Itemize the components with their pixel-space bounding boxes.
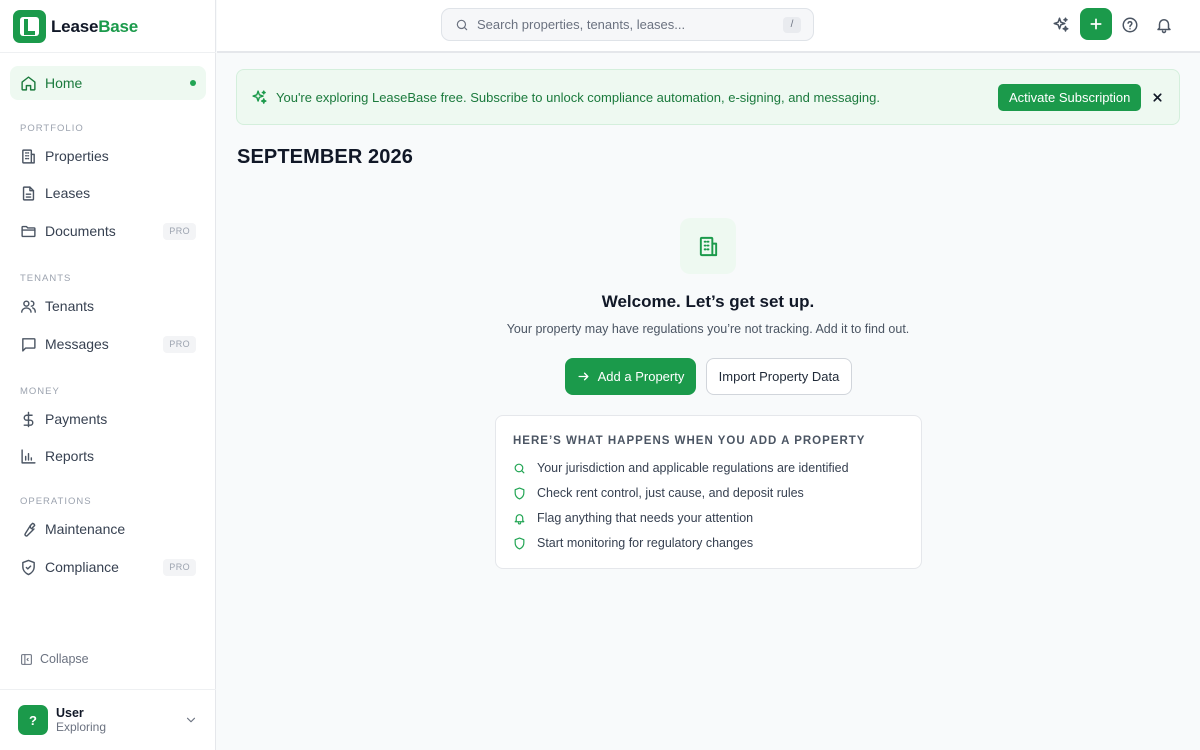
home-icon (21, 75, 36, 91)
sidebar-item-tenants[interactable]: Tenants (10, 289, 206, 323)
divider (0, 689, 216, 690)
list-item: Start monitoring for regulatory changes (513, 535, 753, 551)
sidebar-item-label: Properties (45, 148, 109, 164)
list-item: Flag anything that needs your attention (513, 510, 753, 526)
user-name: User (56, 706, 84, 720)
brand-name: LeaseBase (51, 16, 139, 36)
collapse-label: Collapse (40, 652, 89, 666)
chevron-down-icon (186, 717, 196, 723)
pro-badge: PRO (163, 559, 196, 576)
arrow-right-icon (578, 372, 589, 381)
sidebar-item-compliance[interactable]: Compliance PRO (10, 550, 206, 584)
pro-badge: PRO (163, 223, 196, 240)
help-icon[interactable] (1121, 16, 1139, 34)
add-property-label: Add a Property (597, 369, 685, 384)
topbar: / (217, 0, 1200, 53)
info-card: HERE’S WHAT HAPPENS WHEN YOU ADD A PROPE… (495, 415, 922, 569)
subscription-banner: You're exploring LeaseBase free. Subscri… (236, 69, 1180, 125)
bell-icon[interactable] (1155, 16, 1173, 34)
welcome-title: Welcome. Let’s get set up. (601, 292, 815, 311)
shield-check-icon (22, 559, 35, 575)
sidebar-item-label: Documents (45, 223, 116, 239)
sidebar-item-leases[interactable]: Leases (10, 176, 206, 210)
wrench-icon (24, 522, 36, 537)
bar-chart-icon (21, 448, 36, 464)
sidebar-item-properties[interactable]: Properties (10, 139, 206, 173)
user-status: Exploring (56, 720, 107, 734)
file-text-icon (22, 185, 35, 201)
folder-icon (21, 225, 36, 237)
list-item: Check rent control, just cause, and depo… (513, 485, 804, 501)
sidebar-item-maintenance[interactable]: Maintenance (10, 512, 206, 546)
sparkles-icon[interactable] (1052, 16, 1070, 34)
sidebar-item-label: Home (45, 75, 83, 91)
logo-mark-icon (13, 10, 46, 43)
shield-icon (514, 486, 525, 500)
page-title: SEPTEMBER 2026 (237, 146, 413, 168)
sidebar-item-messages[interactable]: Messages PRO (10, 327, 206, 361)
search-bar[interactable]: / (441, 8, 814, 41)
add-button[interactable] (1080, 8, 1112, 40)
search-icon (456, 19, 468, 30)
list-item-text: Check rent control, just cause, and depo… (537, 486, 804, 500)
users-icon (21, 299, 36, 313)
building-icon (699, 236, 717, 256)
user-menu[interactable]: ? User Exploring (18, 705, 198, 735)
dollar-icon (23, 411, 34, 427)
collapse-button[interactable]: Collapse (20, 652, 89, 666)
bell-icon (514, 513, 525, 525)
sidebar-collapse-icon (21, 653, 32, 665)
logo[interactable]: LeaseBase (13, 10, 138, 43)
list-item: Your jurisdiction and applicable regulat… (513, 460, 849, 476)
sidebar-item-label: Messages (45, 336, 109, 352)
plus-icon (1090, 18, 1102, 30)
sidebar-item-reports[interactable]: Reports (10, 439, 206, 473)
pro-badge: PRO (163, 336, 196, 353)
search-icon (514, 463, 525, 473)
section-label-portfolio: PORTFOLIO (20, 123, 84, 134)
search-input[interactable] (477, 17, 777, 32)
sidebar-item-label: Compliance (45, 559, 119, 575)
sidebar-item-label: Tenants (45, 298, 95, 314)
sidebar-item-label: Maintenance (45, 521, 126, 537)
add-property-button[interactable]: Add a Property (565, 358, 696, 395)
hero-icon-tile (680, 218, 736, 274)
section-label-money: MONEY (20, 386, 60, 397)
sidebar-item-payments[interactable]: Payments (10, 402, 206, 436)
section-label-operations: OPERATIONS (20, 496, 92, 507)
divider (0, 52, 216, 53)
avatar: ? (18, 705, 48, 735)
list-item-text: Start monitoring for regulatory changes (537, 536, 754, 550)
sidebar-item-home[interactable]: Home (10, 66, 206, 100)
activate-subscription-button[interactable]: Activate Subscription (998, 84, 1142, 111)
sidebar-item-label: Payments (45, 411, 108, 427)
sidebar-item-documents[interactable]: Documents PRO (10, 214, 206, 248)
sidebar: LeaseBase Home PORTFOLIO Properties Leas… (0, 0, 216, 750)
welcome-subtitle: Your property may have regulations you’r… (506, 322, 910, 336)
import-property-data-button[interactable]: Import Property Data (706, 358, 852, 395)
building-icon (22, 148, 35, 164)
message-icon (22, 337, 36, 352)
list-item-text: Your jurisdiction and applicable regulat… (537, 461, 849, 475)
sidebar-item-label: Leases (45, 185, 91, 201)
search-shortcut-badge: / (783, 17, 801, 33)
list-item-text: Flag anything that needs your attention (537, 511, 754, 525)
section-label-tenants: TENANTS (20, 273, 72, 284)
sparkles-icon (252, 90, 267, 104)
shield-icon (514, 536, 525, 550)
banner-text: You're exploring LeaseBase free. Subscri… (276, 90, 880, 105)
close-icon[interactable] (1151, 91, 1164, 104)
sidebar-item-label: Reports (45, 448, 95, 464)
active-indicator (190, 80, 196, 86)
card-title: HERE’S WHAT HAPPENS WHEN YOU ADD A PROPE… (513, 435, 866, 447)
